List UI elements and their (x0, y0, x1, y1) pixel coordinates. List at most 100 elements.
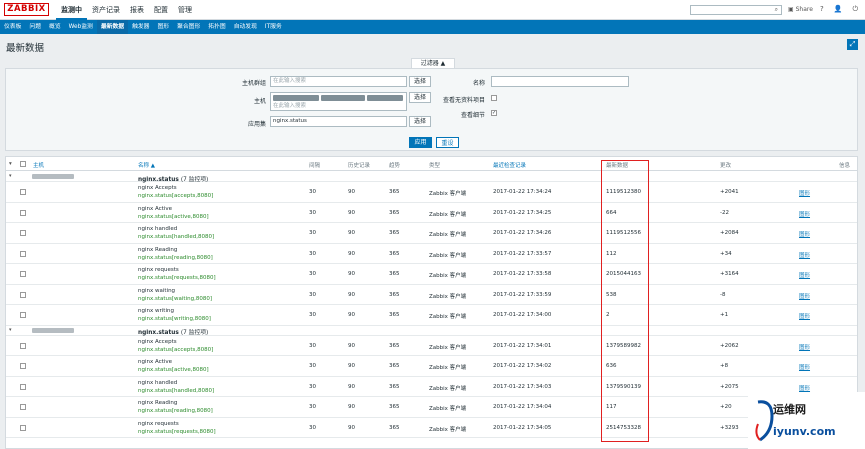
row-checkbox[interactable] (20, 230, 26, 236)
item-change: -22 (720, 209, 729, 216)
collapse-all-icon[interactable]: ▾ (9, 161, 12, 167)
item-trends: 365 (389, 404, 400, 410)
search-icon[interactable]: ⌕ (775, 6, 778, 14)
col-change: 更改 (720, 163, 732, 169)
item-lastcheck: 2017-01-22 17:34:24 (493, 189, 552, 195)
submenu-web[interactable]: Web监测 (65, 20, 97, 34)
graph-link[interactable]: 图形 (799, 343, 810, 351)
logout-icon[interactable]: ⏻ (852, 5, 858, 14)
submenu-triggers[interactable]: 触发器 (128, 20, 153, 34)
table-group-row[interactable]: ▾ nginx.status (7 监控项) (6, 172, 857, 183)
table-group-row[interactable]: ▾ nginx.status (7 监控项) (6, 325, 857, 336)
submenu-discovery[interactable]: 自动发现 (230, 20, 261, 34)
submenu-dashboard[interactable]: 仪表板 (0, 20, 25, 34)
item-key: nginx.status[reading,8080] (138, 254, 213, 261)
item-interval: 30 (309, 312, 316, 318)
item-interval: 30 (309, 363, 316, 369)
hostgroup-field[interactable]: 在此输入搜索 (270, 76, 407, 87)
submenu-maps[interactable]: 拓扑图 (204, 20, 229, 34)
search-input[interactable]: ⌕ (690, 5, 782, 15)
item-name: nginx Reading (138, 400, 178, 406)
select-all-checkbox[interactable] (20, 161, 26, 167)
row-checkbox[interactable] (20, 363, 26, 369)
host-chip[interactable] (367, 95, 403, 101)
submenu-graphs[interactable]: 图形 (153, 20, 173, 34)
item-type: Zabbix 客户端 (429, 211, 467, 218)
menu-monitoring[interactable]: 监测中 (56, 0, 87, 20)
col-name[interactable]: 名称 ▲ (138, 161, 155, 169)
zabbix-logo[interactable]: ZABBIX (4, 3, 49, 16)
apply-button[interactable]: 应用 (409, 137, 432, 148)
row-checkbox[interactable] (20, 209, 26, 216)
col-lastcheck[interactable]: 最近检查记录 (493, 161, 526, 169)
watermark-text: 运维网 (773, 403, 806, 416)
host-chip[interactable] (273, 95, 319, 101)
submenu-overview[interactable]: 概览 (45, 20, 65, 34)
graph-link[interactable]: 图形 (799, 363, 810, 371)
item-interval: 30 (309, 209, 316, 216)
graph-link[interactable]: 图形 (799, 271, 810, 279)
row-checkbox[interactable] (20, 424, 26, 431)
item-trends: 365 (389, 363, 400, 369)
reset-button[interactable]: 重设 (436, 137, 459, 148)
menu-inventory[interactable]: 资产记录 (87, 0, 125, 20)
show-nodata-checkbox[interactable] (491, 95, 497, 101)
row-checkbox[interactable] (20, 291, 26, 298)
menu-administration[interactable]: 管理 (173, 0, 197, 20)
graph-link[interactable]: 图形 (799, 189, 810, 197)
table-row: nginx writing nginx.status[writing,8080] 3… (6, 305, 857, 326)
item-key: nginx.status[accepts,8080] (138, 346, 214, 353)
item-trends: 365 (389, 383, 400, 390)
user-icon[interactable]: 👤 (834, 5, 843, 14)
submenu-it-services[interactable]: IT服务 (261, 20, 286, 34)
menu-configuration[interactable]: 配置 (149, 0, 173, 20)
host-label: 主机 (253, 98, 266, 105)
show-details-checkbox[interactable]: ✓ (491, 110, 497, 116)
graph-link[interactable]: 图形 (799, 251, 810, 259)
share-link[interactable]: ▣ Share (788, 6, 813, 13)
item-name: nginx Accepts (138, 338, 177, 345)
latest-data-table: ▾ 主机 名称 ▲ 间隔 历史记录 趋势 类型 最近检查记录 最新数据 更改 信… (5, 156, 858, 449)
row-checkbox[interactable] (20, 250, 26, 257)
item-name: nginx waiting (138, 287, 176, 294)
item-name: nginx Accepts (138, 185, 177, 191)
application-field[interactable]: nginx.status (270, 116, 407, 127)
item-interval: 30 (309, 250, 316, 257)
collapse-icon[interactable]: ▾ (9, 327, 12, 333)
item-history: 90 (348, 209, 355, 216)
menu-reports[interactable]: 报表 (125, 0, 149, 20)
item-type: Zabbix 客户端 (429, 293, 467, 300)
row-checkbox[interactable] (20, 342, 26, 349)
item-type: Zabbix 客户端 (429, 344, 467, 351)
row-checkbox[interactable] (20, 404, 26, 410)
item-history: 90 (348, 250, 355, 257)
row-checkbox[interactable] (20, 271, 26, 277)
submenu-latest-data[interactable]: 最新数据 (96, 20, 129, 34)
col-host[interactable]: 主机 (33, 161, 44, 169)
item-interval: 30 (309, 230, 316, 236)
filter-tab[interactable]: 过滤器 ▲ (411, 58, 455, 68)
help-icon[interactable]: ? (820, 5, 824, 14)
fullscreen-button[interactable]: ⤢ (847, 39, 858, 50)
show-nodata-label: 查看无资料项目 (442, 97, 485, 104)
graph-link[interactable]: 图形 (799, 230, 810, 238)
graph-link[interactable]: 图形 (799, 292, 810, 300)
graph-link[interactable]: 图形 (799, 384, 810, 392)
row-checkbox[interactable] (20, 189, 26, 195)
submenu-problems[interactable]: 问题 (25, 20, 45, 34)
host-chip[interactable] (321, 95, 365, 101)
hostgroup-label: 主机群组 (241, 80, 266, 87)
collapse-icon[interactable]: ▾ (9, 173, 12, 179)
host-field[interactable]: 在此输入搜索 (270, 92, 407, 111)
row-checkbox[interactable] (20, 383, 26, 390)
name-field[interactable] (491, 76, 629, 87)
submenu-screens[interactable]: 聚合图形 (173, 20, 204, 34)
table-row: nginx requests nginx.status[requests,8080… (6, 264, 857, 285)
application-label: 应用集 (247, 121, 266, 128)
top-bar: ZABBIX 监测中 资产记录 报表 配置 管理 ⌕ ▣ Share ? 👤 ⏻ (0, 0, 865, 20)
row-checkbox[interactable] (20, 312, 26, 318)
graph-link[interactable]: 图形 (799, 210, 810, 218)
host-name-redacted (32, 327, 74, 333)
item-key: nginx.status[reading,8080] (138, 408, 213, 414)
graph-link[interactable]: 图形 (799, 312, 810, 320)
